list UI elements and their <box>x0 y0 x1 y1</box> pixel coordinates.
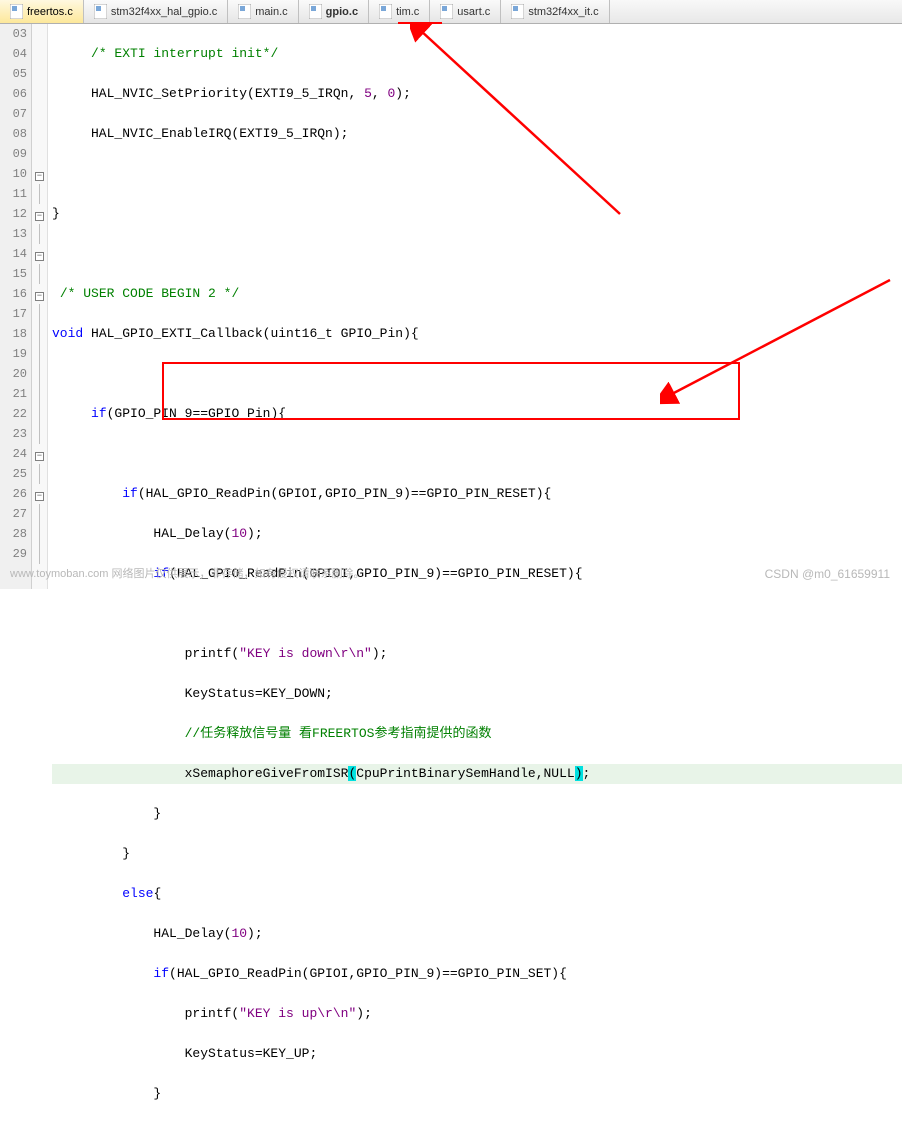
fold-toggle-icon[interactable]: − <box>35 452 44 461</box>
code-line <box>52 364 902 384</box>
code-line: /* USER CODE BEGIN 2 */ <box>52 284 902 304</box>
tab-label: stm32f4xx_hal_gpio.c <box>111 6 217 18</box>
line-number: 15 <box>0 264 27 284</box>
line-number: 08 <box>0 124 27 144</box>
line-number: 13 <box>0 224 27 244</box>
line-number: 18 <box>0 324 27 344</box>
tab-label: usart.c <box>457 6 490 18</box>
line-number: 07 <box>0 104 27 124</box>
line-number: 10 <box>0 164 27 184</box>
tab-label: freertos.c <box>27 6 73 18</box>
fold-toggle-icon[interactable]: − <box>35 172 44 181</box>
line-number: 25 <box>0 464 27 484</box>
code-area[interactable]: /* EXTI interrupt init*/ HAL_NVIC_SetPri… <box>48 24 902 589</box>
tab-usart[interactable]: usart.c <box>430 0 501 23</box>
line-number: 09 <box>0 144 27 164</box>
file-c-icon <box>440 4 453 19</box>
code-line: else{ <box>52 884 902 904</box>
tab-label: main.c <box>255 6 287 18</box>
line-number: 03 <box>0 24 27 44</box>
line-number: 28 <box>0 524 27 544</box>
code-line: if(HAL_GPIO_ReadPin(GPIOI,GPIO_PIN_9)==G… <box>52 484 902 504</box>
line-number: 04 <box>0 44 27 64</box>
tab-bar: freertos.c stm32f4xx_hal_gpio.c main.c g… <box>0 0 902 24</box>
file-c-icon <box>10 4 23 19</box>
code-line <box>52 164 902 184</box>
fold-toggle-icon[interactable]: − <box>35 212 44 221</box>
line-number: 27 <box>0 504 27 524</box>
code-line: printf("KEY is down\r\n"); <box>52 644 902 664</box>
line-number: 12 <box>0 204 27 224</box>
tab-tim[interactable]: tim.c <box>369 0 430 23</box>
watermark-left: www.toymoban.com 网络图片仅供展示，非存储，如有侵权请联系删除。 <box>10 565 364 581</box>
code-line: HAL_NVIC_SetPriority(EXTI9_5_IRQn, 5, 0)… <box>52 84 902 104</box>
line-number: 06 <box>0 84 27 104</box>
line-number: 22 <box>0 404 27 424</box>
code-line: HAL_Delay(10); <box>52 924 902 944</box>
fold-gutter: − − − − − − <box>32 24 48 589</box>
fold-toggle-icon[interactable]: − <box>35 492 44 501</box>
tab-it[interactable]: stm32f4xx_it.c <box>501 0 609 23</box>
annotation-underline <box>398 22 442 24</box>
code-line: if(GPIO_PIN_9==GPIO_Pin){ <box>52 404 902 424</box>
file-c-icon <box>309 4 322 19</box>
code-line: /* EXTI interrupt init*/ <box>52 44 902 64</box>
code-line: void HAL_GPIO_EXTI_Callback(uint16_t GPI… <box>52 324 902 344</box>
code-line: KeyStatus=KEY_UP; <box>52 1044 902 1064</box>
line-number: 14 <box>0 244 27 264</box>
line-number: 19 <box>0 344 27 364</box>
code-line <box>52 604 902 624</box>
code-line: xSemaphoreGiveFromISR(CpuPrintBinarySemH… <box>52 764 902 784</box>
code-line: HAL_NVIC_EnableIRQ(EXTI9_5_IRQn); <box>52 124 902 144</box>
code-line: } <box>52 204 902 224</box>
code-line <box>52 244 902 264</box>
code-line: } <box>52 804 902 824</box>
file-c-icon <box>94 4 107 19</box>
line-number: 11 <box>0 184 27 204</box>
line-number: 17 <box>0 304 27 324</box>
code-line: } <box>52 1084 902 1104</box>
line-number: 23 <box>0 424 27 444</box>
tab-hal-gpio[interactable]: stm32f4xx_hal_gpio.c <box>84 0 228 23</box>
tab-label: stm32f4xx_it.c <box>528 6 598 18</box>
tab-gpio[interactable]: gpio.c <box>299 0 369 23</box>
line-number: 29 <box>0 544 27 564</box>
line-number: 21 <box>0 384 27 404</box>
fold-toggle-icon[interactable]: − <box>35 292 44 301</box>
code-editor[interactable]: 03 04 05 06 07 08 09 10 11 12 13 14 15 1… <box>0 24 902 589</box>
code-line: //任务释放信号量 看FREERTOS参考指南提供的函数 <box>52 724 902 744</box>
line-number: 20 <box>0 364 27 384</box>
watermark-right: CSDN @m0_61659911 <box>765 567 890 581</box>
file-c-icon <box>238 4 251 19</box>
line-number-gutter: 03 04 05 06 07 08 09 10 11 12 13 14 15 1… <box>0 24 32 589</box>
tab-label: tim.c <box>396 6 419 18</box>
tab-main[interactable]: main.c <box>228 0 298 23</box>
code-line: KeyStatus=KEY_DOWN; <box>52 684 902 704</box>
line-number: 16 <box>0 284 27 304</box>
line-number: 05 <box>0 64 27 84</box>
line-number: 24 <box>0 444 27 464</box>
fold-toggle-icon[interactable]: − <box>35 252 44 261</box>
tab-label: gpio.c <box>326 6 358 18</box>
tab-freertos[interactable]: freertos.c <box>0 0 84 23</box>
line-number: 26 <box>0 484 27 504</box>
file-c-icon <box>379 4 392 19</box>
code-line <box>52 444 902 464</box>
code-line: HAL_Delay(10); <box>52 524 902 544</box>
code-line: if(HAL_GPIO_ReadPin(GPIOI,GPIO_PIN_9)==G… <box>52 964 902 984</box>
code-line: } <box>52 844 902 864</box>
code-line: printf("KEY is up\r\n"); <box>52 1004 902 1024</box>
file-c-icon <box>511 4 524 19</box>
